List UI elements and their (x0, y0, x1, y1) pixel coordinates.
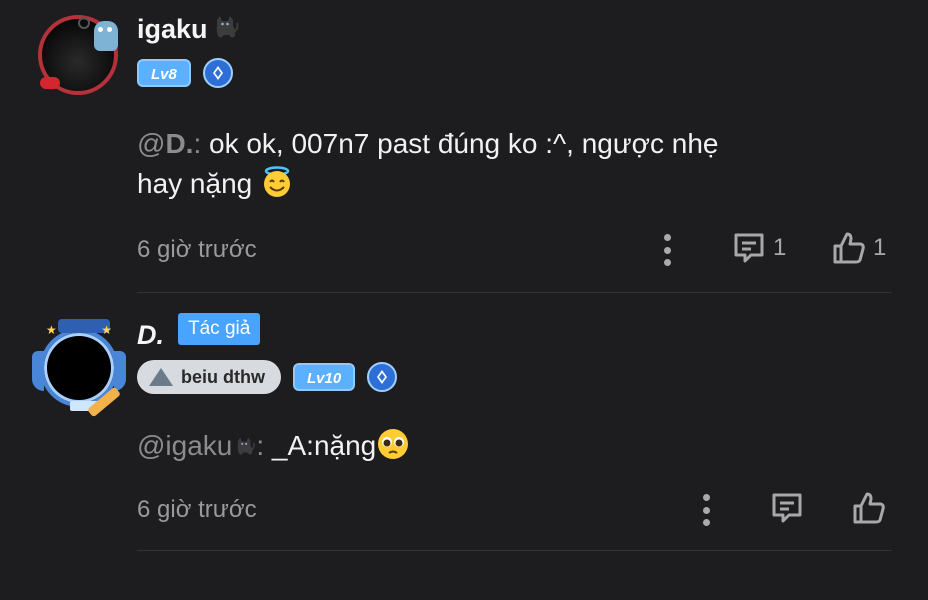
pleading-emoji (378, 429, 409, 459)
reply-count: 1 (773, 234, 787, 261)
group-badge[interactable]: beiu dthw (137, 360, 281, 394)
cat-icon (238, 437, 256, 455)
avatar[interactable]: ★ ★ (32, 319, 126, 418)
comment-item: ★ ★ D. Tác giả beiu dthw Lv10 @igaku : _… (0, 294, 928, 554)
mention-link[interactable]: @D. (137, 128, 193, 159)
comment-meta: 6 giờ trước (137, 490, 892, 530)
like-button[interactable]: 1 (831, 230, 886, 266)
comment-meta: 6 giờ trước 1 1 (137, 230, 892, 270)
like-icon (833, 232, 865, 264)
level-badge: Lv8 (137, 59, 191, 87)
username[interactable]: igaku (137, 14, 240, 45)
avatar-wing-right (114, 351, 126, 391)
user-badges: beiu dthw Lv10 (137, 360, 398, 394)
divider (137, 292, 892, 293)
reply-button[interactable]: 1 (731, 230, 786, 266)
star-icon: ★ (101, 323, 112, 337)
like-icon (853, 492, 885, 524)
avatar-wing-left (32, 351, 44, 391)
reply-icon (772, 493, 802, 523)
more-icon[interactable] (662, 234, 672, 266)
cat-icon (216, 16, 239, 38)
divider (137, 550, 892, 551)
avatar-pet-icon (94, 21, 118, 51)
reply-button[interactable] (769, 490, 805, 526)
avatar[interactable] (38, 15, 118, 95)
group-icon (149, 368, 173, 386)
bow-icon (40, 77, 60, 89)
user-badges: Lv8 (137, 58, 233, 88)
reply-icon (734, 233, 764, 263)
more-icon[interactable] (701, 494, 711, 526)
timestamp: 6 giờ trước (137, 236, 257, 263)
author-tag: Tác giả (178, 313, 261, 345)
comment-text: @igaku : _A:nặng (137, 426, 410, 466)
tier-icon (367, 362, 398, 392)
like-button[interactable] (851, 490, 887, 526)
comment-text: @D.: ok ok, 007n7 past đúng ko :^, ngược… (137, 128, 719, 199)
comment-item: igaku Lv8 @D.: ok ok, 007n7 past đúng ko… (0, 0, 928, 294)
avatar-frame-decoration (78, 17, 90, 29)
tier-icon (202, 58, 233, 88)
level-badge: Lv10 (293, 363, 356, 391)
mention-link[interactable]: @igaku (137, 430, 256, 461)
timestamp: 6 giờ trước (137, 496, 257, 523)
star-icon: ★ (46, 323, 57, 337)
smile-halo-emoji (264, 166, 290, 197)
username[interactable]: D. (137, 320, 164, 351)
like-count: 1 (873, 234, 887, 261)
